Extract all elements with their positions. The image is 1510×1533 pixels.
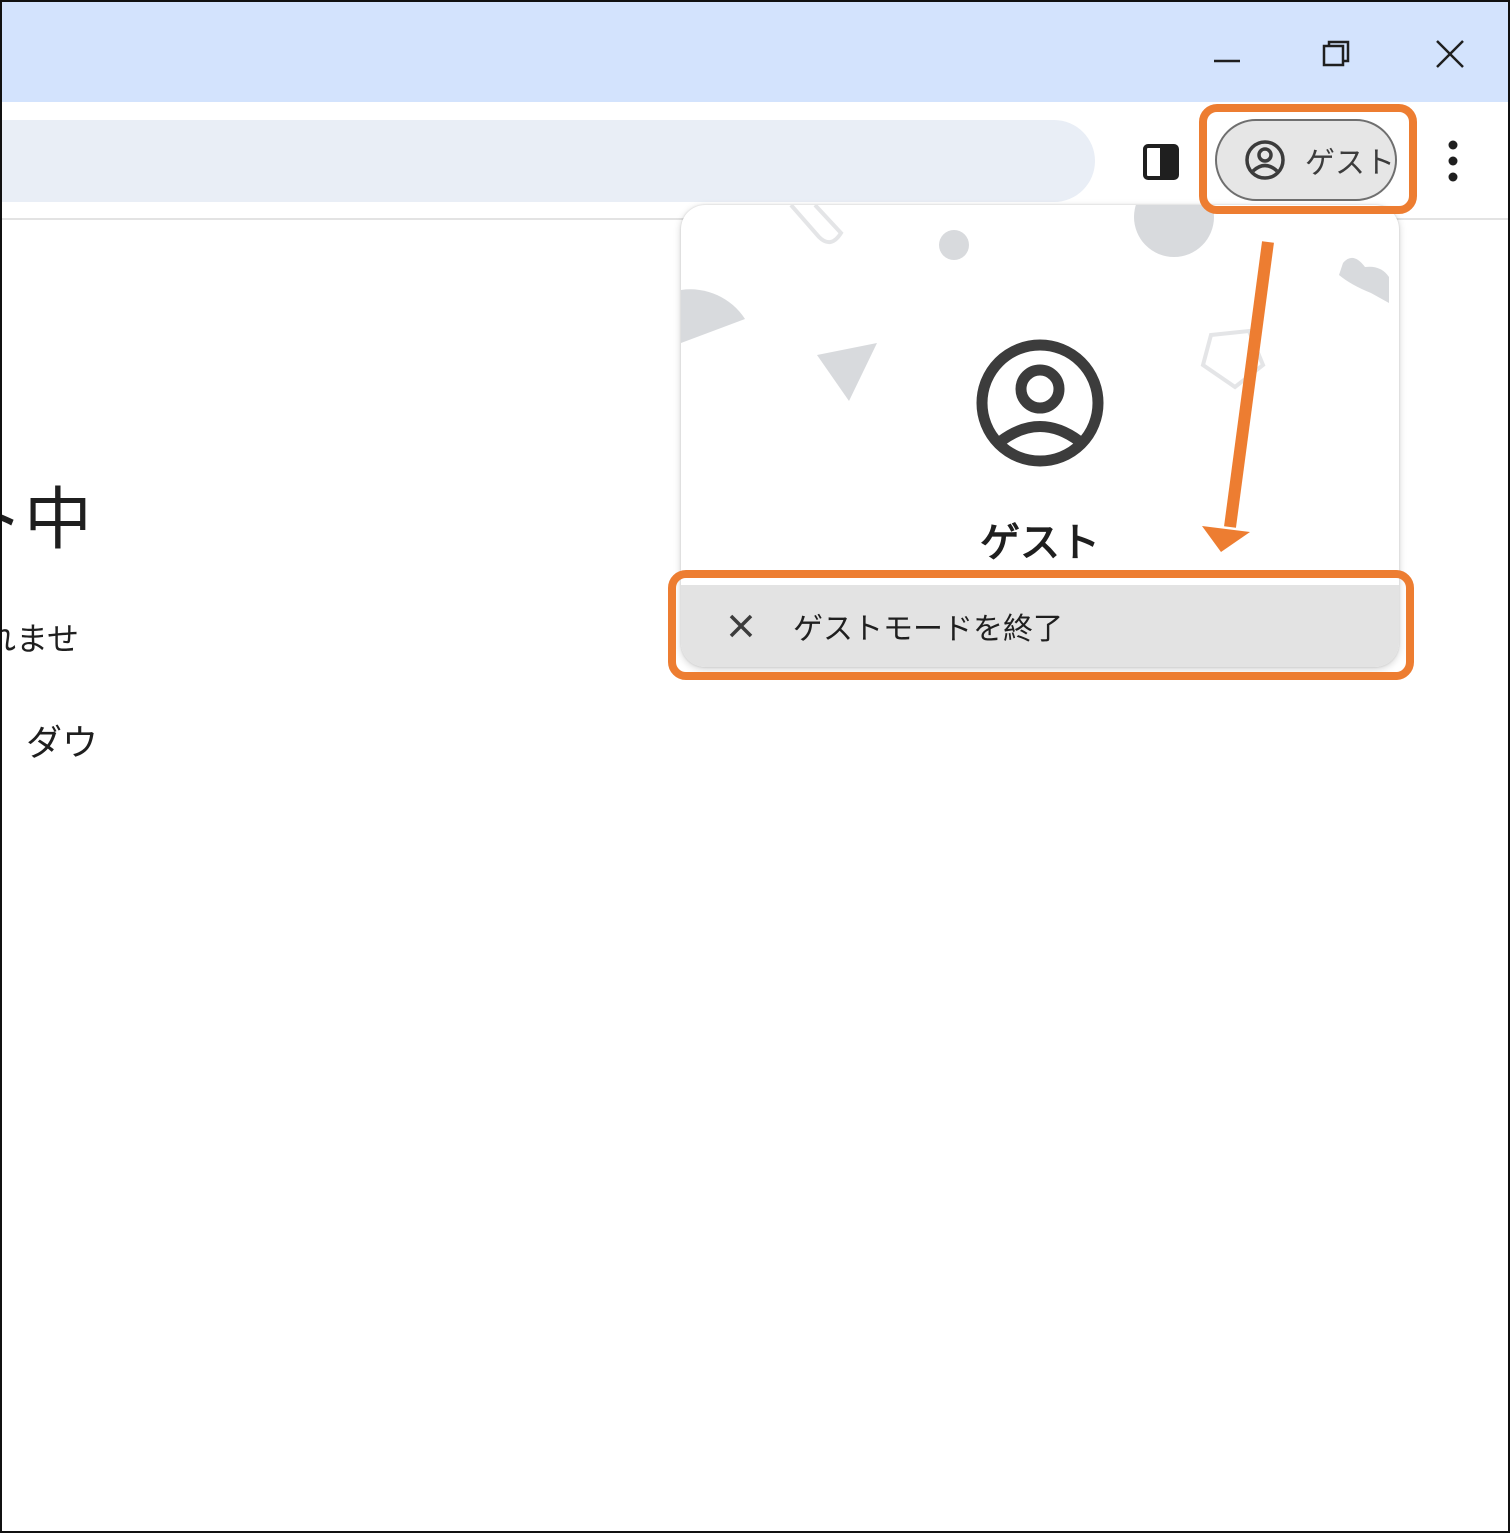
arrow-down-icon xyxy=(1202,526,1250,552)
annotation-arrow xyxy=(1202,241,1274,552)
browser-window: ゲスト ゲスト中 れませ ダウ xyxy=(0,0,1510,1533)
